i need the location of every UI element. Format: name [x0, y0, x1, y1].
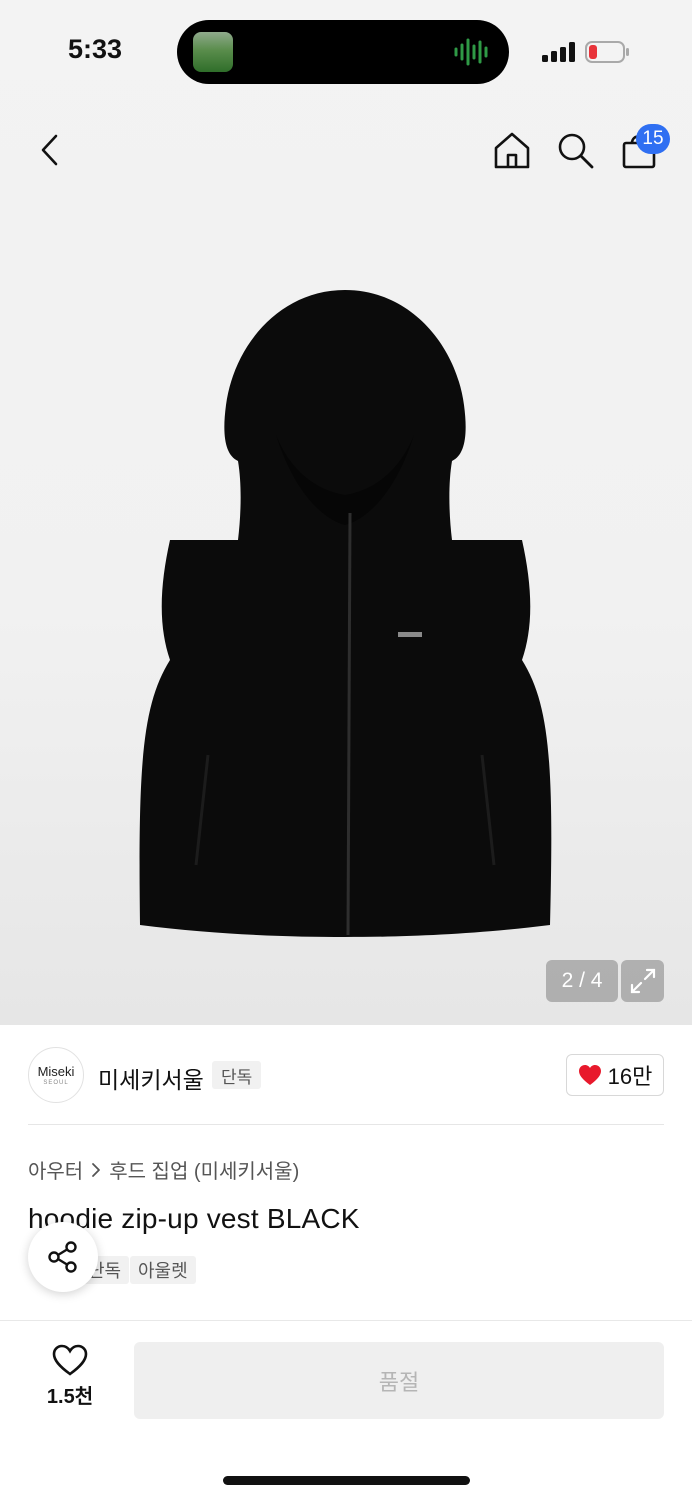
brand-name[interactable]: 미세키서울 — [98, 1061, 204, 1095]
image-counter: 2 / 4 — [546, 960, 618, 1002]
sold-out-button[interactable]: 품절 — [134, 1342, 664, 1419]
expand-image-button[interactable] — [621, 960, 664, 1002]
search-icon — [558, 133, 594, 169]
chevron-left-icon — [41, 134, 58, 166]
divider — [28, 1124, 664, 1125]
status-time: 5:33 — [68, 34, 123, 64]
home-button[interactable] — [490, 128, 534, 172]
product-tag: 아울렛 — [130, 1256, 196, 1284]
search-button[interactable] — [553, 128, 597, 172]
brand-logo-text: Miseki — [37, 1064, 75, 1079]
audio-wave-icon — [454, 38, 488, 66]
share-button[interactable] — [28, 1222, 98, 1292]
wishlist-button[interactable]: 1.5천 — [30, 1344, 110, 1416]
breadcrumb-category[interactable]: 아우터 — [28, 1155, 83, 1184]
breadcrumb-subcategory[interactable]: 후드 집업 (미세키서울) — [109, 1155, 299, 1184]
now-playing-thumbnail — [193, 32, 233, 72]
cellular-signal-icon — [542, 42, 575, 62]
brand-logo[interactable]: Miseki SEOUL — [28, 1047, 84, 1103]
heart-filled-icon — [578, 1065, 601, 1085]
brand-logo-subtext: SEOUL — [43, 1080, 69, 1086]
share-icon — [48, 1241, 77, 1273]
heart-outline-icon — [52, 1344, 88, 1376]
back-button[interactable] — [28, 128, 72, 172]
home-icon — [494, 132, 530, 169]
dynamic-island[interactable] — [177, 20, 509, 84]
expand-icon — [630, 968, 655, 994]
product-image[interactable] — [130, 285, 560, 940]
cart-count-badge: 15 — [636, 124, 670, 154]
brand-exclusive-tag: 단독 — [212, 1061, 262, 1089]
battery-icon — [585, 41, 629, 63]
brand-like-button[interactable]: 16만 — [566, 1054, 664, 1096]
breadcrumb: 아우터 후드 집업 (미세키서울) — [28, 1155, 299, 1184]
home-indicator — [223, 1476, 470, 1485]
wishlist-count: 1.5천 — [46, 1386, 94, 1408]
chevron-right-icon — [92, 1162, 101, 1177]
brand-like-count: 16만 — [607, 1064, 653, 1089]
